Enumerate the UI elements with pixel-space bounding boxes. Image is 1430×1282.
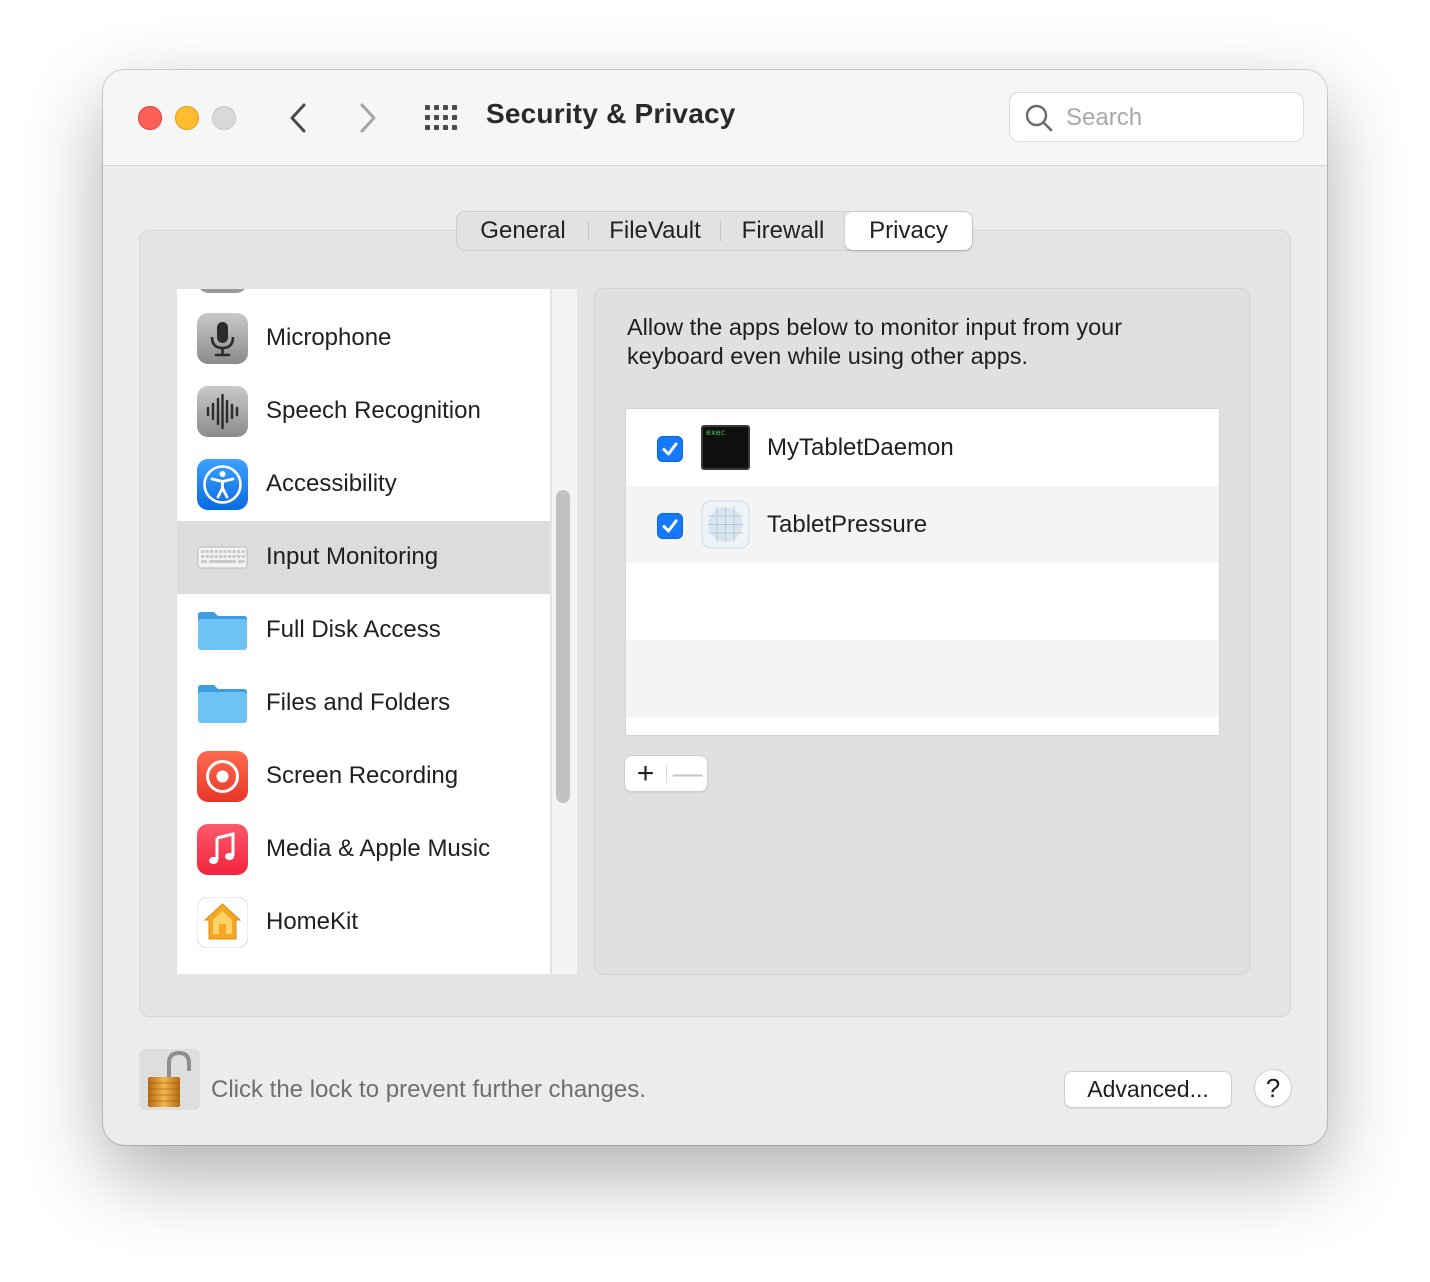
advanced-button[interactable]: Advanced...: [1064, 1071, 1232, 1108]
tab-firewall[interactable]: Firewall: [721, 212, 845, 250]
checkmark-icon: [662, 442, 678, 456]
screen-recording-icon: [197, 751, 248, 802]
sidebar-item-label: Screen Recording: [266, 762, 459, 789]
sidebar-item-files-and-folders[interactable]: Files and Folders: [177, 667, 550, 740]
sidebar-item-label: Input Monitoring: [266, 543, 439, 570]
panel-description: Allow the apps below to monitor input fr…: [627, 314, 1123, 369]
sidebar-item-label: Files and Folders: [266, 689, 451, 716]
checkmark-icon: [662, 519, 678, 533]
table-row[interactable]: exec MyTabletDaemon: [626, 409, 1219, 486]
privacy-category-list[interactable]: Microphone Speech Recognition Accessibil…: [177, 289, 550, 974]
tab-general[interactable]: General: [457, 212, 589, 250]
lock-button[interactable]: [139, 1049, 200, 1110]
sidebar-item-homekit[interactable]: HomeKit: [177, 886, 550, 959]
sidebar-item-label: Microphone: [266, 324, 392, 351]
app-checkbox[interactable]: [657, 513, 683, 539]
add-remove-control: + —: [624, 755, 708, 792]
lock-status-text: Click the lock to prevent further change…: [211, 1076, 646, 1103]
table-row[interactable]: TabletPressure: [626, 486, 1219, 563]
microphone-icon: [197, 313, 248, 364]
tab-filevault[interactable]: FileVault: [589, 212, 721, 250]
sidebar-item-label: Accessibility: [266, 470, 397, 497]
search-input[interactable]: [1064, 101, 1293, 135]
search-field[interactable]: [1009, 92, 1304, 142]
sidebar-item-full-disk-access[interactable]: Full Disk Access: [177, 594, 550, 667]
unlocked-padlock-icon: [148, 1050, 191, 1107]
grid-icon: [425, 105, 457, 130]
empty-row: [626, 563, 1219, 640]
remove-app-button[interactable]: —: [667, 756, 708, 791]
folder-icon: [198, 612, 247, 650]
sidebar-item-input-monitoring[interactable]: Input Monitoring: [177, 521, 550, 594]
generic-app-icon: [701, 500, 750, 549]
add-app-button[interactable]: +: [625, 756, 666, 791]
app-name: MyTabletDaemon: [767, 434, 954, 461]
close-button[interactable]: [138, 106, 162, 130]
sidebar-item-media-apple-music[interactable]: Media & Apple Music: [177, 813, 550, 886]
tab-bar: General FileVault Firewall Privacy: [456, 211, 973, 251]
title-bar: Security & Privacy: [103, 70, 1327, 166]
sidebar-item-label: Speech Recognition: [266, 397, 481, 424]
sidebar-item-label: HomeKit: [266, 908, 359, 935]
back-button[interactable]: [279, 98, 319, 138]
sidebar-item-label: Full Disk Access: [266, 616, 441, 643]
minimize-button[interactable]: [175, 106, 199, 130]
sidebar-scrollbar-thumb[interactable]: [556, 490, 570, 803]
search-icon: [1025, 104, 1053, 132]
exec-label: exec: [706, 428, 725, 437]
app-checkbox[interactable]: [657, 436, 683, 462]
sidebar-item-speech-recognition[interactable]: Speech Recognition: [177, 375, 550, 448]
help-button[interactable]: ?: [1254, 1069, 1292, 1107]
app-list[interactable]: exec MyTabletDaemon TabletPressure: [625, 408, 1220, 736]
home-icon: [197, 897, 248, 948]
sidebar-item-accessibility[interactable]: Accessibility: [177, 448, 550, 521]
sidebar-item-label: Media & Apple Music: [266, 835, 491, 862]
chevron-right-icon: [360, 103, 376, 133]
sidebar-item-microphone[interactable]: Microphone: [177, 302, 550, 375]
sidebar-item-screen-recording[interactable]: Screen Recording: [177, 740, 550, 813]
forward-button[interactable]: [347, 98, 387, 138]
zoom-button[interactable]: [212, 106, 236, 130]
tab-privacy[interactable]: Privacy: [845, 212, 972, 250]
keyboard-icon: [197, 546, 248, 569]
app-name: TabletPressure: [767, 511, 928, 538]
music-note-icon: [197, 824, 248, 875]
window-title: Security & Privacy: [486, 98, 736, 129]
accessibility-icon: [197, 459, 248, 510]
preferences-window: Security & Privacy General FileVault Fir…: [103, 70, 1327, 1145]
empty-row: [626, 640, 1219, 717]
folder-icon: [198, 685, 247, 723]
waveform-icon: [197, 386, 248, 437]
terminal-exec-icon: exec: [701, 425, 750, 470]
show-all-button[interactable]: [423, 103, 461, 133]
chevron-left-icon: [290, 103, 306, 133]
